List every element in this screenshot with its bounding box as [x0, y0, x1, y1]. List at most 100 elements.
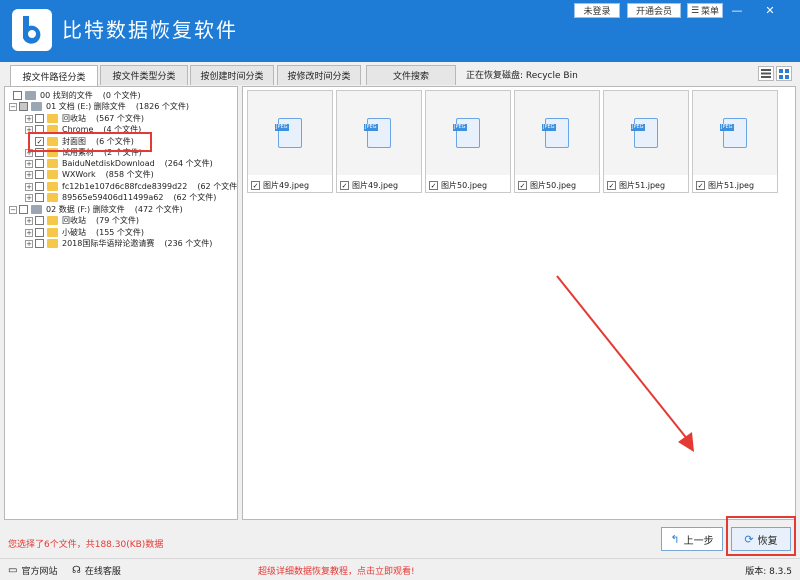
file-thumbnail: JPEG: [337, 91, 421, 175]
tree-item-count: (567 个文件): [96, 114, 145, 123]
file-type-tag: JPEG: [453, 124, 467, 131]
tree-item-label: 2018国际华语辩论邀请赛: [62, 239, 155, 248]
tab-by-modified[interactable]: 按修改时间分类: [277, 65, 361, 85]
expand-icon[interactable]: +: [25, 114, 33, 123]
folder-icon: [47, 114, 58, 123]
tree-item-label: fc12b1e107d6c88fcde8399d22: [62, 182, 188, 191]
tree-checkbox[interactable]: [35, 182, 44, 191]
tree-item-count: (1826 个文件): [135, 102, 189, 111]
tree-item-count: (0 个文件): [102, 91, 141, 100]
tree-row[interactable]: + 2018国际华语辩论邀请赛 (236 个文件): [25, 238, 212, 249]
file-type-tag: JPEG: [720, 124, 734, 131]
tree-checkbox[interactable]: [13, 91, 22, 100]
file-checkbox-checked[interactable]: ✓: [607, 181, 616, 190]
file-card[interactable]: JPEG ✓ 图片49.jpeg: [247, 90, 333, 193]
file-card[interactable]: JPEG ✓ 图片50.jpeg: [514, 90, 600, 193]
file-name: 图片49.jpeg: [263, 181, 310, 190]
annotation-recover-box: [726, 516, 796, 556]
tab-by-path[interactable]: 按文件路径分类: [10, 65, 98, 86]
tab-by-type[interactable]: 按文件类型分类: [100, 65, 188, 85]
jpeg-file-icon: JPEG: [453, 118, 480, 148]
tree-row[interactable]: + 小破站 (155 个文件): [25, 227, 144, 238]
file-checkbox-checked[interactable]: ✓: [696, 181, 705, 190]
file-checkbox-checked[interactable]: ✓: [518, 181, 527, 190]
tree-row[interactable]: + 89565e59406d11499a62 (62 个文件): [25, 192, 216, 203]
tree-checkbox[interactable]: [35, 159, 44, 168]
tree-checkbox[interactable]: [35, 170, 44, 179]
tab-file-search[interactable]: 文件搜索: [366, 65, 456, 85]
tree-row[interactable]: + 回收站 (79 个文件): [25, 215, 139, 226]
tree-checkbox[interactable]: [19, 102, 28, 111]
tree-row[interactable]: + fc12b1e107d6c88fcde8399d22 (62 个文件): [25, 181, 238, 192]
official-website-link[interactable]: ▭ 官方网站: [8, 564, 57, 577]
close-icon[interactable]: ✕: [760, 2, 780, 18]
online-support-link[interactable]: ☊ 在线客服: [72, 564, 121, 577]
file-name: 图片50.jpeg: [441, 181, 488, 190]
expand-icon[interactable]: +: [25, 193, 33, 202]
tree-item-label: 小破站: [62, 228, 86, 237]
collapse-icon[interactable]: −: [9, 205, 17, 214]
tree-row[interactable]: − 02 数据 (F:) 删除文件 (472 个文件): [9, 204, 183, 215]
drive-icon: [25, 91, 36, 100]
tree-item-count: (62 个文件): [197, 182, 238, 191]
folder-icon: [47, 159, 58, 168]
tree-row[interactable]: + 回收站 (567 个文件): [25, 113, 144, 124]
prev-step-button[interactable]: ↰ 上一步: [661, 527, 723, 551]
file-checkbox-checked[interactable]: ✓: [429, 181, 438, 190]
expand-icon[interactable]: +: [25, 239, 33, 248]
login-button[interactable]: 未登录: [574, 3, 620, 18]
tree-row[interactable]: + WXWork (858 个文件): [25, 169, 154, 180]
tree-row[interactable]: − 01 文档 (E:) 删除文件 (1826 个文件): [9, 101, 189, 112]
grid-view-icon[interactable]: [776, 66, 792, 81]
file-card[interactable]: JPEG ✓ 图片49.jpeg: [336, 90, 422, 193]
tree-item-count: (858 个文件): [105, 170, 154, 179]
folder-icon: [47, 239, 58, 248]
jpeg-file-icon: JPEG: [720, 118, 747, 148]
expand-icon[interactable]: +: [25, 228, 33, 237]
file-card[interactable]: JPEG ✓ 图片51.jpeg: [692, 90, 778, 193]
file-checkbox-checked[interactable]: ✓: [340, 181, 349, 190]
tree-checkbox[interactable]: [35, 193, 44, 202]
folder-icon: [47, 216, 58, 225]
tree-checkbox[interactable]: [35, 228, 44, 237]
tab-by-created[interactable]: 按创建时间分类: [190, 65, 274, 85]
file-label: ✓ 图片50.jpeg: [518, 180, 576, 191]
tree-item-label: 02 数据 (F:) 删除文件: [46, 205, 125, 214]
tree-row[interactable]: + BaiduNetdiskDownload (264 个文件): [25, 158, 213, 169]
file-card[interactable]: JPEG ✓ 图片50.jpeg: [425, 90, 511, 193]
file-thumbnail: JPEG: [515, 91, 599, 175]
collapse-icon[interactable]: −: [9, 102, 17, 111]
expand-icon[interactable]: +: [25, 216, 33, 225]
file-label: ✓ 图片49.jpeg: [251, 180, 309, 191]
file-grid: JPEG ✓ 图片49.jpeg JPEG ✓ 图片49.jpeg JPEG ✓…: [242, 86, 796, 520]
drive-icon: [31, 102, 42, 111]
selection-status: 您选择了6个文件，共188.30(KB)数据: [8, 540, 164, 550]
expand-icon[interactable]: +: [25, 182, 33, 191]
tree-row[interactable]: 00 找到的文件 (0 个文件): [13, 90, 141, 101]
file-label: ✓ 图片50.jpeg: [429, 180, 487, 191]
tree-checkbox[interactable]: [35, 216, 44, 225]
drive-icon: [31, 205, 42, 214]
tree-item-label: WXWork: [62, 170, 96, 179]
tree-checkbox[interactable]: [19, 205, 28, 214]
list-view-icon[interactable]: [758, 66, 774, 81]
folder-icon: [47, 193, 58, 202]
tree-checkbox[interactable]: [35, 114, 44, 123]
jpeg-file-icon: JPEG: [275, 118, 302, 148]
tutorial-promo-link[interactable]: 超级详细数据恢复教程，点击立即观看!: [258, 564, 415, 577]
app-logo-icon: [12, 9, 52, 51]
file-card[interactable]: JPEG ✓ 图片51.jpeg: [603, 90, 689, 193]
tree-checkbox[interactable]: [35, 239, 44, 248]
tree-item-label: 89565e59406d11499a62: [62, 193, 164, 202]
tree-item-count: (155 个文件): [96, 228, 145, 237]
tree-item-label: BaiduNetdiskDownload: [62, 159, 155, 168]
expand-icon[interactable]: +: [25, 170, 33, 179]
vip-button[interactable]: 开通会员: [627, 3, 681, 18]
file-checkbox-checked[interactable]: ✓: [251, 181, 260, 190]
menu-button[interactable]: ☰ 菜单: [687, 3, 723, 18]
minimize-icon[interactable]: —: [727, 2, 747, 18]
expand-icon[interactable]: +: [25, 159, 33, 168]
file-label: ✓ 图片51.jpeg: [607, 180, 665, 191]
file-label: ✓ 图片49.jpeg: [340, 180, 398, 191]
file-type-tag: JPEG: [542, 124, 556, 131]
